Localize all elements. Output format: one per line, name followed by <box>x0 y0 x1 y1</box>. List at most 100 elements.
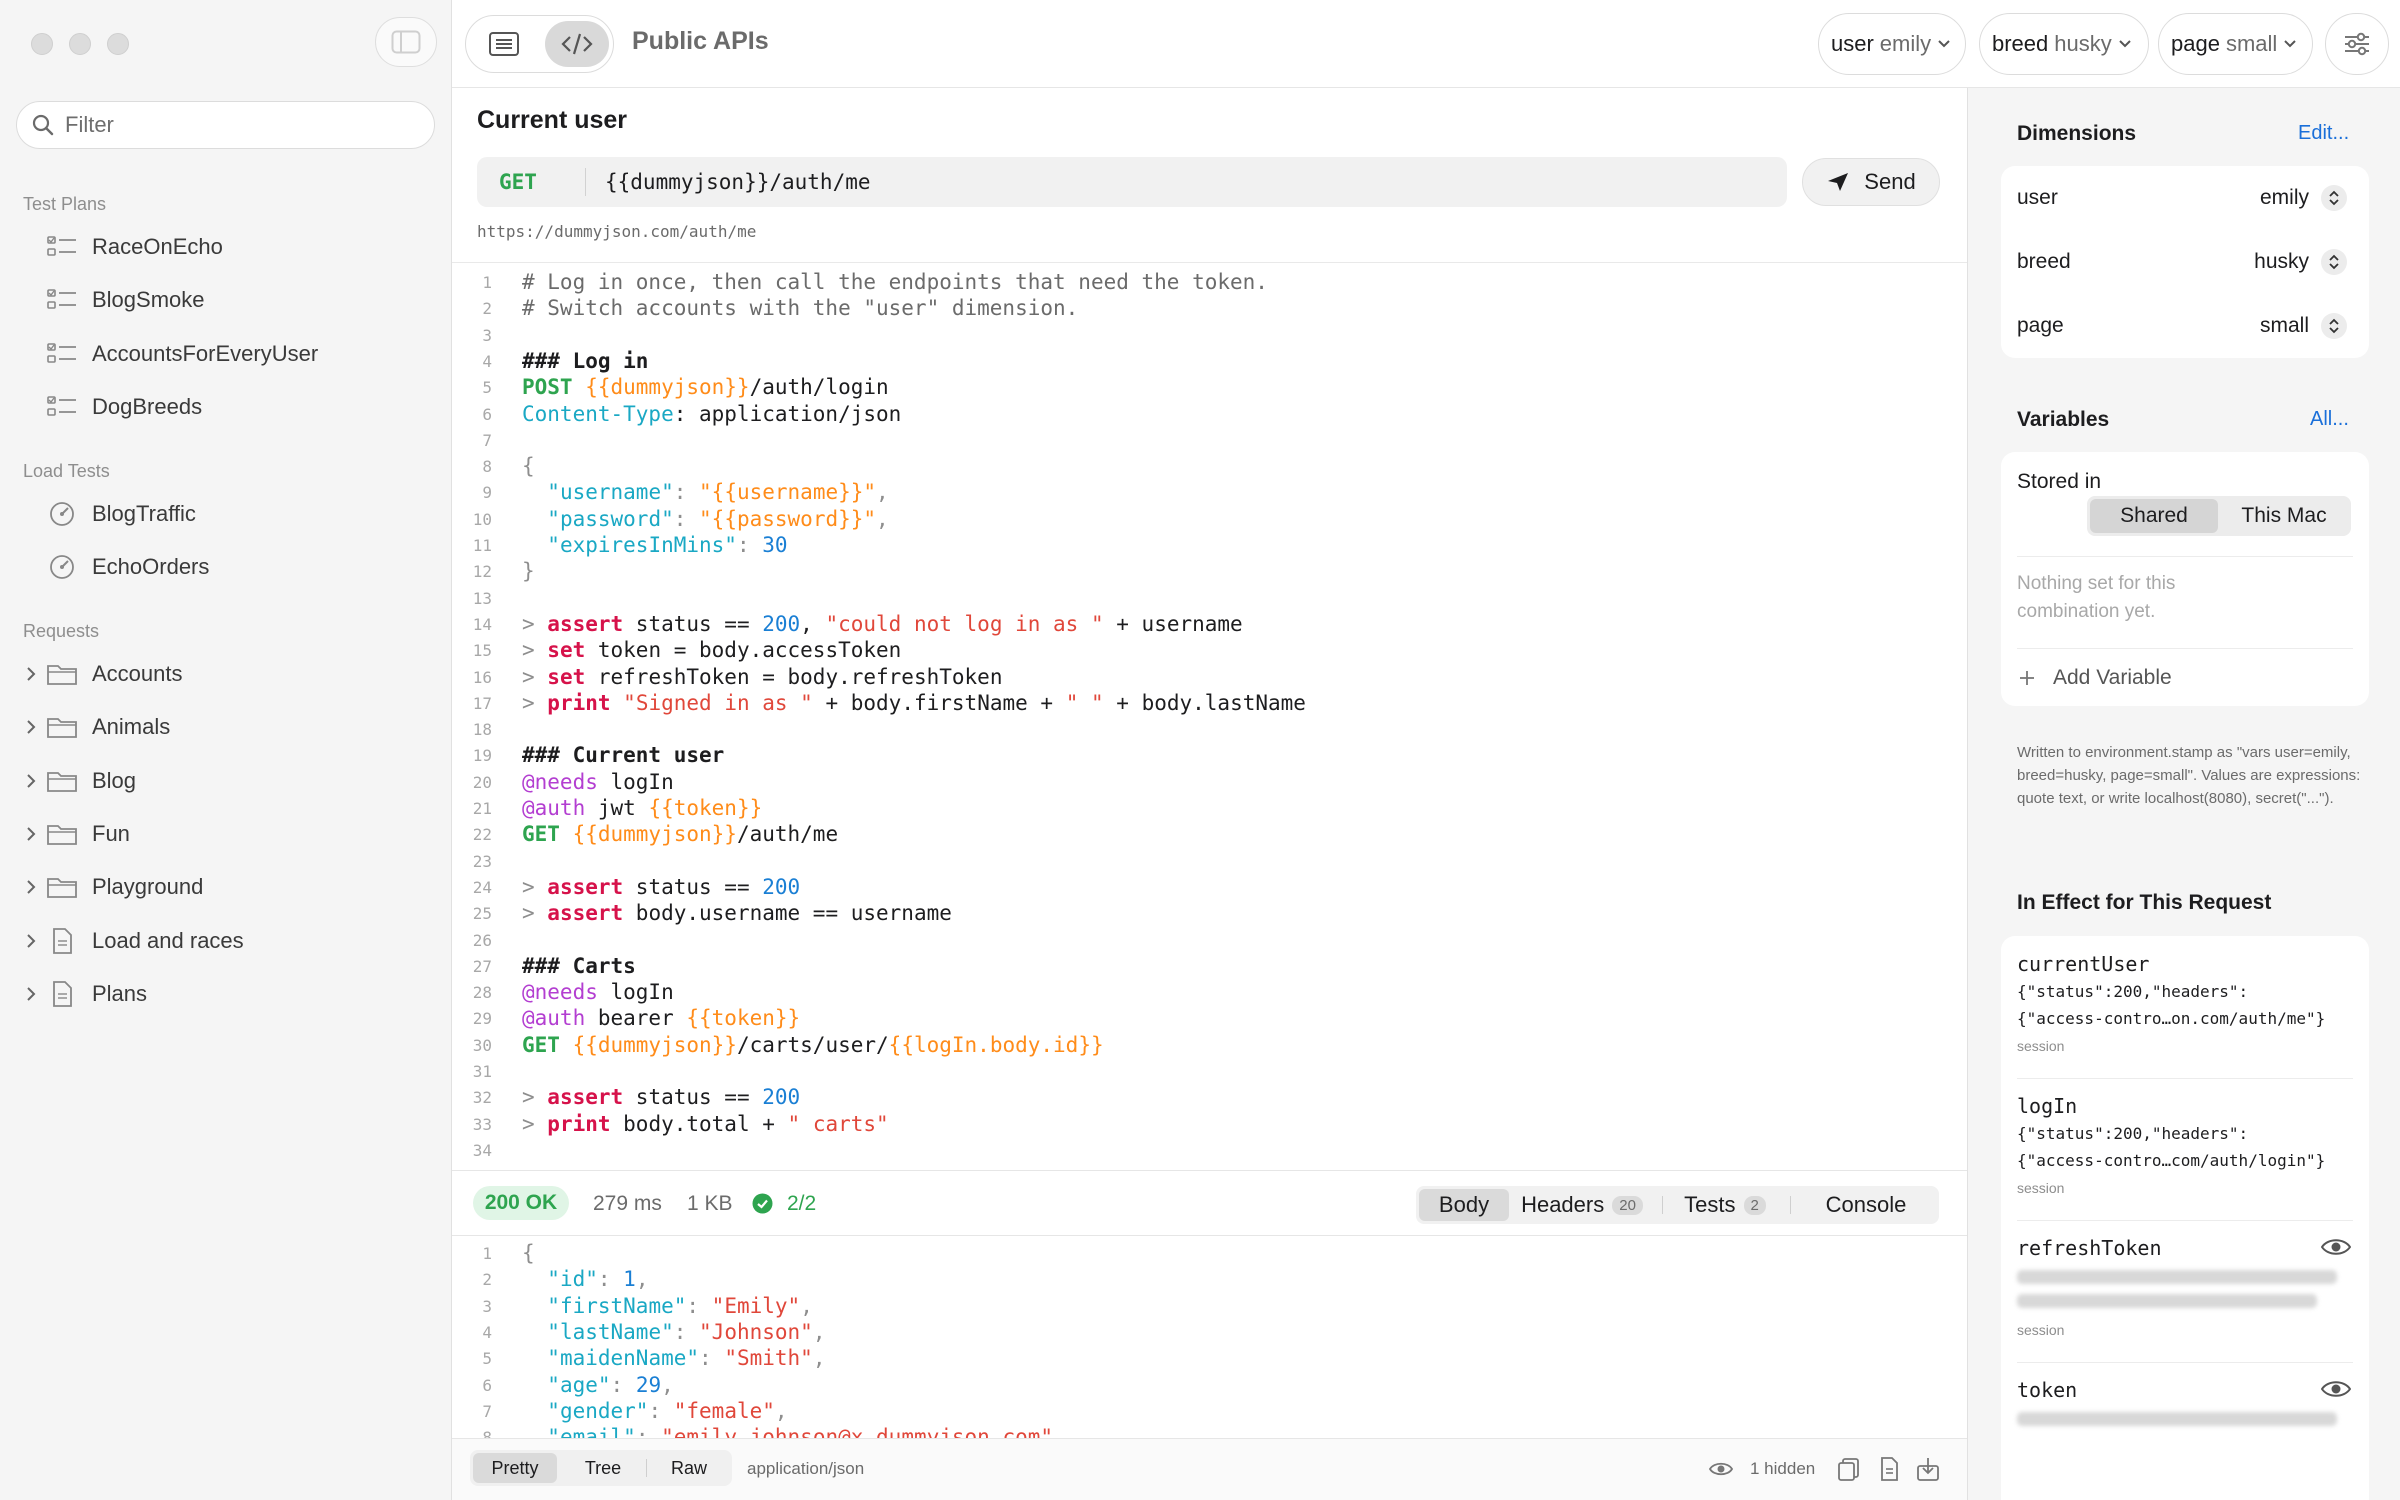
effect-item-currentuser[interactable]: currentUser {"status":200,"headers": {"a… <box>2001 936 2369 1078</box>
view-tree[interactable]: Tree <box>562 1453 644 1483</box>
response-body[interactable]: 1{2 "id": 1, 3 "firstName": "Emily", 4 "la… <box>452 1237 1967 1438</box>
line-number: 1 <box>482 273 492 292</box>
sidebar-item-raceonecho[interactable]: RaceOnEcho <box>0 224 452 270</box>
dimension-page-picker[interactable]: page small <box>2158 13 2313 75</box>
window-zoom-button[interactable] <box>107 33 129 55</box>
chevron-right-icon[interactable] <box>22 718 40 736</box>
code-editor[interactable]: 1 # Log in once, then call the endpoints … <box>452 262 1967 1170</box>
sidebar-item-playground[interactable]: Playground <box>0 864 452 910</box>
effect-scope: session <box>2017 1322 2065 1338</box>
url-bar[interactable]: GET {{dummyjson}}/auth/me <box>477 157 1787 207</box>
stepper-icon[interactable] <box>2321 313 2347 339</box>
variables-all-link[interactable]: All... <box>2310 408 2349 431</box>
line-number: 31 <box>472 1062 492 1081</box>
stepper-icon[interactable] <box>2321 249 2347 275</box>
code-token: # Switch accounts with the "user" dimens… <box>522 296 1079 321</box>
dimension-breed-picker[interactable]: breed husky <box>1979 13 2149 75</box>
sidebar-toggle-button[interactable] <box>375 17 437 67</box>
dimension-row-user[interactable]: user emily <box>2001 166 2369 230</box>
effect-item-refreshtoken[interactable]: refreshToken session <box>2001 1220 2369 1362</box>
sidebar-item-accountsforeveryuser[interactable]: AccountsForEveryUser <box>0 331 452 377</box>
chevron-right-icon[interactable] <box>22 665 40 683</box>
window-minimize-button[interactable] <box>69 33 91 55</box>
line-number: 1 <box>482 1244 492 1263</box>
effect-item-token[interactable]: token <box>2001 1362 2369 1500</box>
effect-scope: session <box>2017 1038 2065 1054</box>
chevron-right-icon[interactable] <box>22 772 40 790</box>
sidebar-item-blog[interactable]: Blog <box>0 758 452 804</box>
tab-body[interactable]: Body <box>1419 1189 1509 1221</box>
chevron-right-icon[interactable] <box>22 985 40 1003</box>
view-raw[interactable]: Raw <box>650 1453 728 1483</box>
inspector-panel: Dimensions Edit... user emily breed husk… <box>1967 88 2400 1500</box>
code-token: "password" <box>547 506 674 531</box>
code-line: 13 <box>452 585 1967 612</box>
code-token: > <box>522 611 548 636</box>
eye-icon[interactable] <box>1709 1459 1733 1479</box>
sidebar-item-animals[interactable]: Animals <box>0 704 452 750</box>
sidebar-item-blogtraffic[interactable]: BlogTraffic <box>0 491 452 537</box>
eye-icon[interactable] <box>2321 1236 2351 1258</box>
code-token: {{dummyjson}} <box>572 822 737 847</box>
copy-icon[interactable] <box>1836 1456 1862 1482</box>
code-line: 4 "lastName": "Johnson", <box>452 1319 1967 1346</box>
document-mode-button[interactable] <box>472 21 536 67</box>
sidebar-filter[interactable] <box>16 101 435 149</box>
effect-item-login[interactable]: logIn {"status":200,"headers": {"access-… <box>2001 1078 2369 1220</box>
sidebar-item-dogbreeds[interactable]: DogBreeds <box>0 384 452 430</box>
storage-this-mac[interactable]: This Mac <box>2220 499 2348 533</box>
sidebar-item-blogsmoke[interactable]: BlogSmoke <box>0 277 452 323</box>
storage-shared[interactable]: Shared <box>2090 499 2218 533</box>
sidebar-item-fun[interactable]: Fun <box>0 811 452 857</box>
code-line: 22 GET {{dummyjson}}/auth/me <box>452 821 1967 848</box>
window-close-button[interactable] <box>31 33 53 55</box>
tab-headers[interactable]: Headers 20 <box>1516 1189 1648 1221</box>
chevron-right-icon[interactable] <box>22 878 40 896</box>
view-pretty[interactable]: Pretty <box>473 1453 557 1483</box>
sidebar-item-load-and-races[interactable]: Load and races <box>0 918 452 964</box>
code-token: } <box>522 559 535 584</box>
tab-tests[interactable]: Tests 2 <box>1670 1189 1780 1221</box>
chevron-right-icon[interactable] <box>22 932 40 950</box>
code-mode-button[interactable] <box>545 21 609 67</box>
code-token: > <box>522 664 548 689</box>
dimension-key: user <box>1831 31 1874 56</box>
dimension-user-picker[interactable]: user emily <box>1818 13 1966 75</box>
save-download-icon[interactable] <box>1915 1456 1941 1482</box>
line-number: 20 <box>472 772 492 792</box>
sidebar-item-accounts[interactable]: Accounts <box>0 651 452 697</box>
chevron-right-icon[interactable] <box>22 825 40 843</box>
eye-icon[interactable] <box>2321 1378 2351 1400</box>
dimension-row-page[interactable]: page small <box>2001 294 2369 358</box>
dimension-row-breed[interactable]: breed husky <box>2001 230 2369 294</box>
line-number: 12 <box>472 562 492 582</box>
card-divider <box>2017 556 2353 557</box>
effect-name: refreshToken <box>2017 1236 2162 1260</box>
dimensions-card: user emily breed husky page small <box>2001 166 2369 358</box>
code-line: 2 # Switch accounts with the "user" dimen… <box>452 295 1967 322</box>
dimensions-edit-link[interactable]: Edit... <box>2298 122 2349 145</box>
code-line: 23 <box>452 848 1967 875</box>
file-icon[interactable] <box>1876 1456 1902 1482</box>
add-variable-button[interactable]: Add Variable <box>2017 658 2172 698</box>
resolved-url: https://dummyjson.com/auth/me <box>477 222 757 241</box>
stepper-icon[interactable] <box>2321 185 2347 211</box>
code-token: "age" <box>547 1372 611 1397</box>
response-status-bar: 200 OK 279 ms 1 KB 2/2 Body Headers 20 Te… <box>452 1170 1967 1236</box>
code-line: 15 > set token = body.accessToken <box>452 637 1967 664</box>
code-line: 20 @needs logIn <box>452 769 1967 796</box>
inspector-toggle-button[interactable] <box>2325 13 2389 75</box>
checklist-icon <box>45 338 79 370</box>
url-field[interactable]: {{dummyjson}}/auth/me <box>605 170 871 194</box>
filter-input[interactable] <box>65 112 405 138</box>
sidebar-item-plans[interactable]: Plans <box>0 971 452 1017</box>
code-token: body.total + <box>610 1111 788 1136</box>
code-line: 9 "username": "{{username}}", <box>452 479 1967 506</box>
code-token: ### Carts <box>522 953 636 978</box>
tab-console[interactable]: Console <box>1798 1189 1934 1221</box>
sidebar-item-echoorders[interactable]: EchoOrders <box>0 544 452 590</box>
send-button[interactable]: Send <box>1802 158 1940 206</box>
sidebar-item-label: AccountsForEveryUser <box>92 340 319 366</box>
dimension-value: emily <box>2259 186 2309 209</box>
http-method[interactable]: GET <box>499 170 537 194</box>
